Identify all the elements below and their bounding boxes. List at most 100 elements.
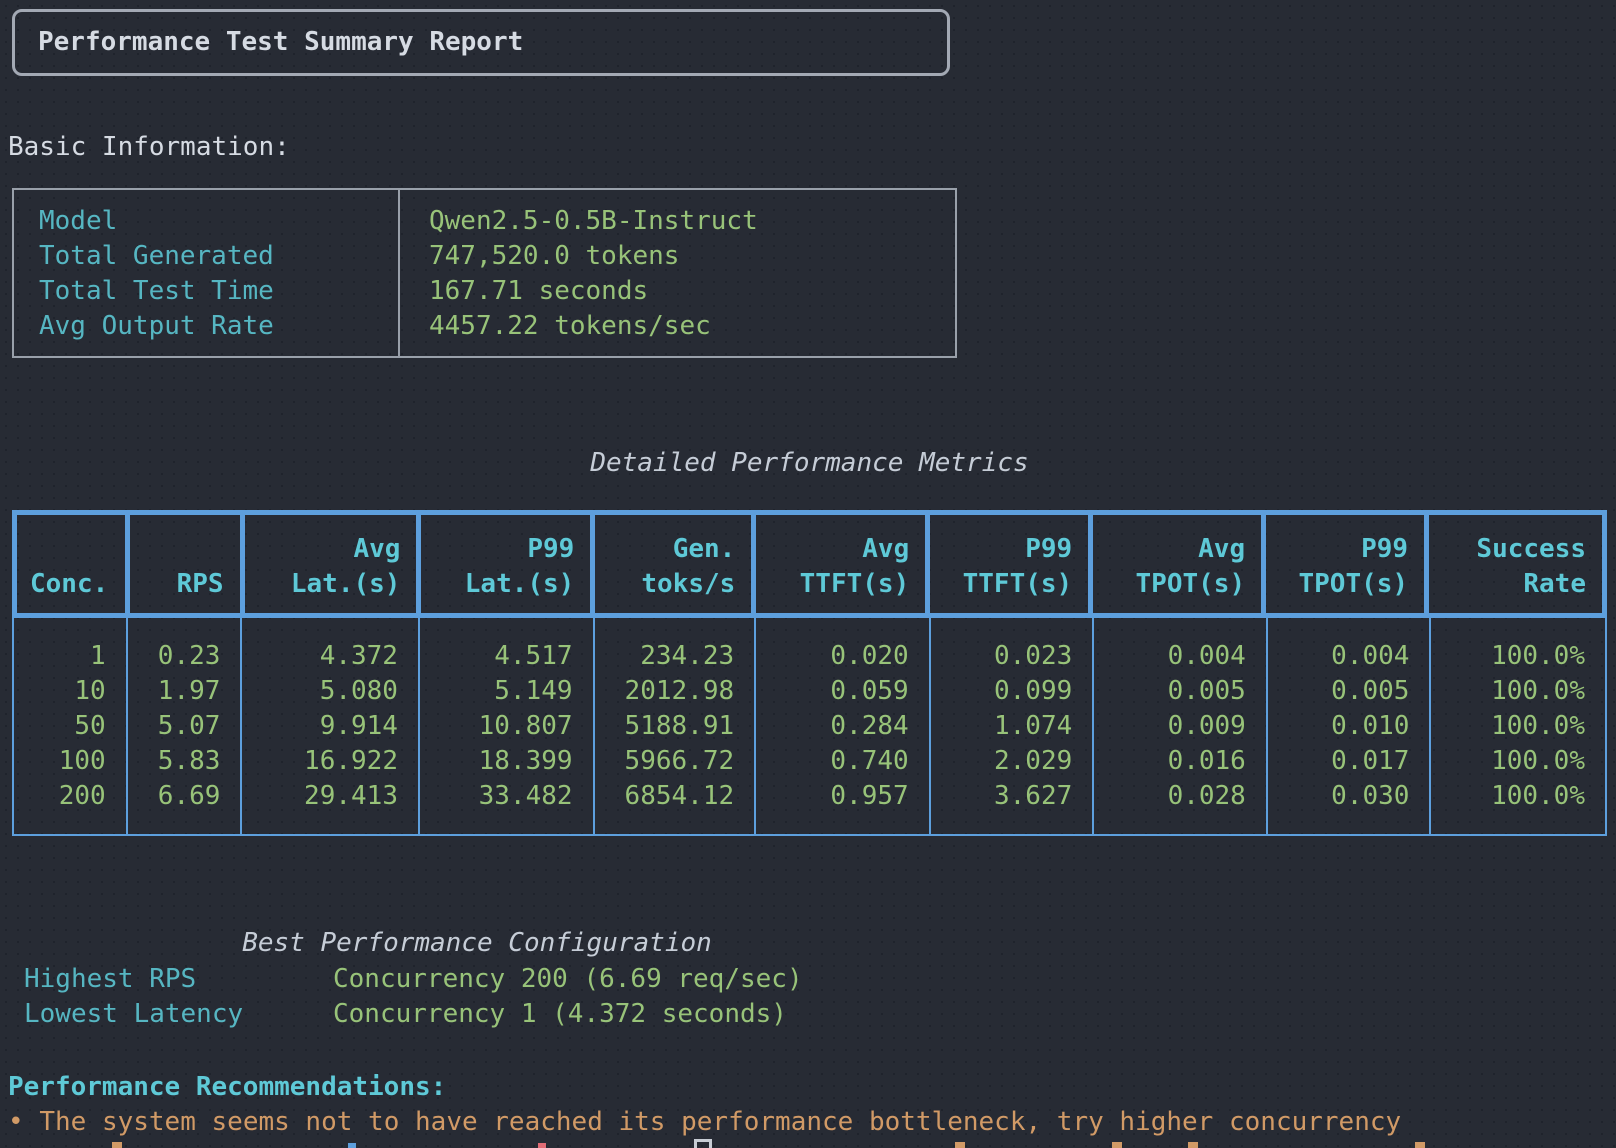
clipped-glyph-fragment	[538, 1143, 546, 1148]
metrics-table-title: Detailed Performance Metrics	[12, 446, 1607, 481]
best-config-value: Concurrency 1 (4.372 seconds)	[333, 997, 787, 1032]
recommendation-text: The system seems not to have reached its…	[39, 1107, 1401, 1137]
metrics-body-column: 0.0230.0991.0742.0293.627	[931, 618, 1095, 834]
clipped-glyph-fragment	[1112, 1142, 1122, 1148]
terminal-cursor	[694, 1139, 712, 1148]
metrics-cell: 0.004	[1268, 639, 1410, 674]
metrics-cell: 16.922	[242, 744, 398, 779]
recommendation-item: • The system seems not to have reached it…	[8, 1105, 1401, 1140]
metrics-body-column: 0.0040.0050.0090.0160.028	[1094, 618, 1268, 834]
metrics-body-column: 0.0040.0050.0100.0170.030	[1268, 618, 1432, 834]
clipped-glyph-fragment	[1188, 1142, 1198, 1148]
report-title: Performance Test Summary Report	[38, 25, 523, 60]
terminal-screen: Performance Test Summary Report Basic In…	[0, 0, 1616, 1148]
recommendations-heading: Performance Recommendations:	[8, 1070, 446, 1105]
metrics-cell: 5188.91	[595, 709, 735, 744]
best-config-label: Highest RPS	[24, 962, 196, 997]
metrics-body-column: 4.5175.14910.80718.39933.482	[420, 618, 595, 834]
metrics-header-row: Conc.RPSAvgLat.(s)P99Lat.(s)Gen.toks/sAv…	[12, 510, 1607, 618]
metrics-header-cell: AvgTTFT(s)	[756, 515, 930, 613]
metrics-cell: 100.0%	[1431, 674, 1585, 709]
metrics-cell: 10.807	[420, 709, 573, 744]
clipped-glyph-fragment	[112, 1142, 122, 1148]
metrics-cell: 0.030	[1268, 779, 1410, 814]
report-title-panel: Performance Test Summary Report	[12, 9, 950, 76]
metrics-cell: 18.399	[420, 744, 573, 779]
metrics-cell: 33.482	[420, 779, 573, 814]
metrics-cell: 0.010	[1268, 709, 1410, 744]
metrics-cell: 3.627	[931, 779, 1073, 814]
bullet-glyph: •	[8, 1107, 24, 1137]
metrics-table-body: 110501002000.231.975.075.836.694.3725.08…	[12, 618, 1607, 836]
metrics-cell: 200	[14, 779, 106, 814]
metrics-body-column: 234.232012.985188.915966.726854.12	[595, 618, 757, 834]
metrics-cell: 0.004	[1094, 639, 1246, 674]
metrics-cell: 4.517	[420, 639, 573, 674]
table-row: Total Generated 747,520.0 tokens	[14, 239, 955, 274]
metrics-cell: 1	[14, 639, 106, 674]
metrics-body-column: 4.3725.0809.91416.92229.413	[242, 618, 420, 834]
metrics-cell: 50	[14, 709, 106, 744]
metrics-cell: 100.0%	[1431, 639, 1585, 674]
metrics-cell: 0.020	[756, 639, 909, 674]
basic-info-value: 4457.22 tokens/sec	[400, 309, 955, 344]
table-row: Highest RPS Concurrency 200 (6.69 req/se…	[0, 962, 1616, 997]
basic-info-label: Total Generated	[14, 239, 400, 274]
metrics-cell: 0.016	[1094, 744, 1246, 779]
column-divider	[398, 190, 400, 356]
metrics-cell: 6854.12	[595, 779, 735, 814]
metrics-cell: 2.029	[931, 744, 1073, 779]
metrics-body-column: 100.0%100.0%100.0%100.0%100.0%	[1431, 618, 1605, 834]
best-config-label: Lowest Latency	[24, 997, 243, 1032]
metrics-cell: 1.074	[931, 709, 1073, 744]
clipped-glyph-fragment	[1415, 1142, 1425, 1148]
metrics-cell: 0.284	[756, 709, 909, 744]
metrics-header-cell: SuccessRate	[1429, 515, 1602, 613]
metrics-cell: 10	[14, 674, 106, 709]
metrics-header-cell: AvgLat.(s)	[245, 515, 422, 613]
metrics-body-column: 11050100200	[14, 618, 128, 834]
metrics-header-cell: Conc.	[17, 515, 130, 613]
metrics-body-column: 0.231.975.075.836.69	[128, 618, 243, 834]
clipped-glyph-fragment	[955, 1142, 965, 1148]
basic-info-label: Total Test Time	[14, 274, 400, 309]
metrics-header-cell: Gen.toks/s	[595, 515, 756, 613]
metrics-cell: 0.059	[756, 674, 909, 709]
best-config-title: Best Performance Configuration	[12, 926, 942, 961]
basic-info-label: Avg Output Rate	[14, 309, 400, 344]
metrics-cell: 0.017	[1268, 744, 1410, 779]
table-row: Avg Output Rate 4457.22 tokens/sec	[14, 309, 955, 344]
metrics-cell: 0.005	[1094, 674, 1246, 709]
metrics-header-cell: AvgTPOT(s)	[1093, 515, 1266, 613]
metrics-cell: 5.080	[242, 674, 398, 709]
metrics-cell: 29.413	[242, 779, 398, 814]
table-row: Total Test Time 167.71 seconds	[14, 274, 955, 309]
metrics-cell: 6.69	[128, 779, 221, 814]
metrics-cell: 1.97	[128, 674, 221, 709]
metrics-cell: 9.914	[242, 709, 398, 744]
best-config-value: Concurrency 200 (6.69 req/sec)	[333, 962, 803, 997]
metrics-cell: 0.957	[756, 779, 909, 814]
metrics-cell: 100.0%	[1431, 779, 1585, 814]
metrics-cell: 5.149	[420, 674, 573, 709]
metrics-header-cell: P99TPOT(s)	[1266, 515, 1429, 613]
basic-info-table: Model Qwen2.5-0.5B-Instruct Total Genera…	[12, 188, 957, 358]
metrics-header-cell: P99Lat.(s)	[421, 515, 595, 613]
metrics-cell: 0.099	[931, 674, 1073, 709]
basic-info-value: 747,520.0 tokens	[400, 239, 955, 274]
clipped-glyph-fragment	[348, 1143, 356, 1148]
basic-info-value: 167.71 seconds	[400, 274, 955, 309]
metrics-cell: 0.23	[128, 639, 221, 674]
metrics-cell: 100.0%	[1431, 744, 1585, 779]
table-row: Model Qwen2.5-0.5B-Instruct	[14, 204, 955, 239]
metrics-cell: 2012.98	[595, 674, 735, 709]
basic-info-heading: Basic Information:	[8, 130, 290, 165]
metrics-cell: 4.372	[242, 639, 398, 674]
basic-info-value: Qwen2.5-0.5B-Instruct	[400, 204, 955, 239]
table-row: Lowest Latency Concurrency 1 (4.372 seco…	[0, 997, 1616, 1032]
metrics-cell: 0.009	[1094, 709, 1246, 744]
metrics-cell: 234.23	[595, 639, 735, 674]
metrics-header-cell: P99TTFT(s)	[930, 515, 1093, 613]
metrics-cell: 100	[14, 744, 106, 779]
metrics-cell: 0.005	[1268, 674, 1410, 709]
